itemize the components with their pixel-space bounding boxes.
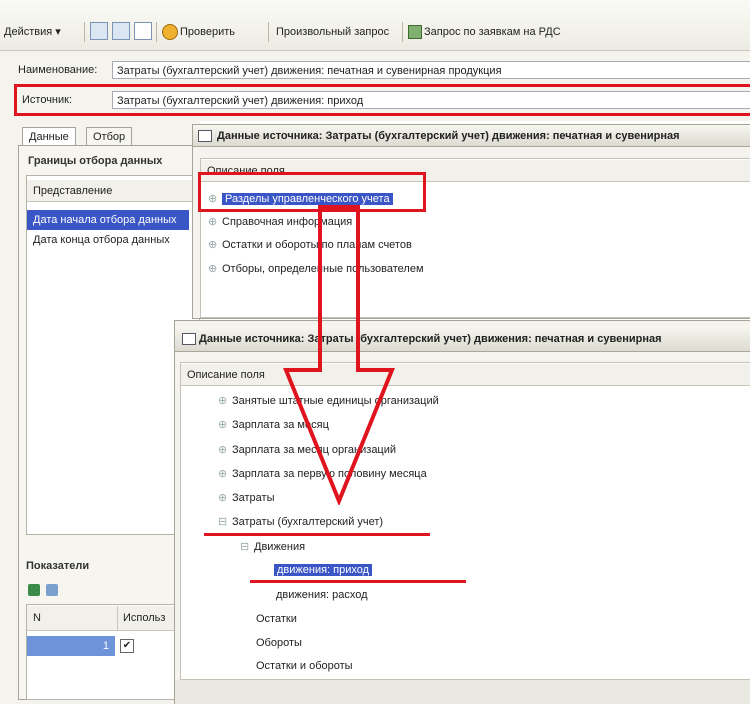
toolbar-separator [268, 22, 269, 42]
check-button[interactable]: Проверить [180, 22, 235, 42]
name-label: Наименование: [18, 64, 98, 76]
indicators-title: Показатели [26, 560, 90, 572]
document-icon[interactable] [134, 22, 152, 40]
window-2-footer [175, 680, 750, 704]
request-icon [408, 25, 422, 39]
check-icon [162, 24, 178, 40]
window-2-fields-header: Описание поля [181, 364, 750, 386]
tree-item-movements-income[interactable]: движения: приход [274, 561, 373, 579]
red-arrow-annotation [283, 205, 395, 505]
collapse-icon[interactable]: ⊟ [218, 513, 232, 531]
toolbar-separator [402, 22, 403, 42]
window-1-title: Данные источника: Затраты (бухгалтерский… [193, 125, 750, 147]
expand-icon[interactable]: ⊕ [218, 392, 232, 410]
expand-icon[interactable]: ⊕ [208, 213, 222, 231]
column-header-number: N [33, 612, 41, 624]
window-icon [198, 130, 212, 142]
window-2-title: Данные источника: Затраты (бухгалтерский… [175, 326, 750, 352]
toolbar: Действия ▾ Проверить Произвольный запрос… [0, 0, 750, 51]
add-indicator-icon[interactable] [28, 584, 40, 596]
column-header-representation: Представление [27, 180, 199, 202]
expand-icon[interactable]: ⊕ [218, 416, 232, 434]
tree-item-movements-expense[interactable]: движения: расход [276, 586, 368, 604]
table-icon[interactable] [112, 22, 130, 40]
indicator-used-checkbox[interactable]: ✔ [120, 639, 134, 653]
costs-accounting-underline [204, 533, 430, 536]
list-item-end-date[interactable]: Дата конца отбора данных [33, 234, 170, 246]
actions-menu[interactable]: Действия ▾ [4, 22, 61, 42]
tab-data[interactable]: Данные [22, 127, 76, 146]
source-highlight [14, 84, 750, 116]
tree-item-turnovers[interactable]: Обороты [256, 634, 302, 652]
expand-icon[interactable]: ⊕ [218, 489, 232, 507]
expand-icon[interactable]: ⊕ [218, 465, 232, 483]
section-title: Границы отбора данных [28, 155, 163, 167]
request-button[interactable]: Запрос по заявкам на РДС [424, 22, 561, 42]
tree-item-balances[interactable]: Остатки [256, 610, 297, 628]
movements-income-underline [250, 580, 466, 583]
toolbar-separator [84, 22, 85, 42]
custom-query-button[interactable]: Произвольный запрос [276, 22, 389, 42]
toolbar-separator [156, 22, 157, 42]
tree-item-costs[interactable]: ⊕ Затраты [218, 489, 275, 507]
list-item-start-date[interactable]: Дата начала отбора данных [27, 210, 189, 230]
collapse-icon[interactable]: ⊟ [240, 538, 254, 556]
tree-item-balances-and-turnovers[interactable]: Остатки и обороты [256, 657, 353, 675]
expand-icon[interactable]: ⊕ [208, 236, 222, 254]
tree-item-movements[interactable]: ⊟ Движения [240, 538, 305, 556]
name-field[interactable]: Затраты (бухгалтерский учет) движения: п… [112, 61, 750, 79]
expand-icon[interactable]: ⊕ [218, 441, 232, 459]
copy-indicator-icon[interactable] [46, 584, 58, 596]
column-divider [117, 606, 118, 630]
window-icon [182, 333, 196, 345]
save-icon[interactable] [90, 22, 108, 40]
tree-item-costs-accounting[interactable]: ⊟ Затраты (бухгалтерский учет) [218, 513, 383, 531]
column-header-used: Использ [123, 612, 166, 624]
expand-icon[interactable]: ⊕ [208, 260, 222, 278]
tab-filter[interactable]: Отбор [86, 127, 133, 146]
indicator-row-number[interactable]: 1 [27, 636, 115, 656]
